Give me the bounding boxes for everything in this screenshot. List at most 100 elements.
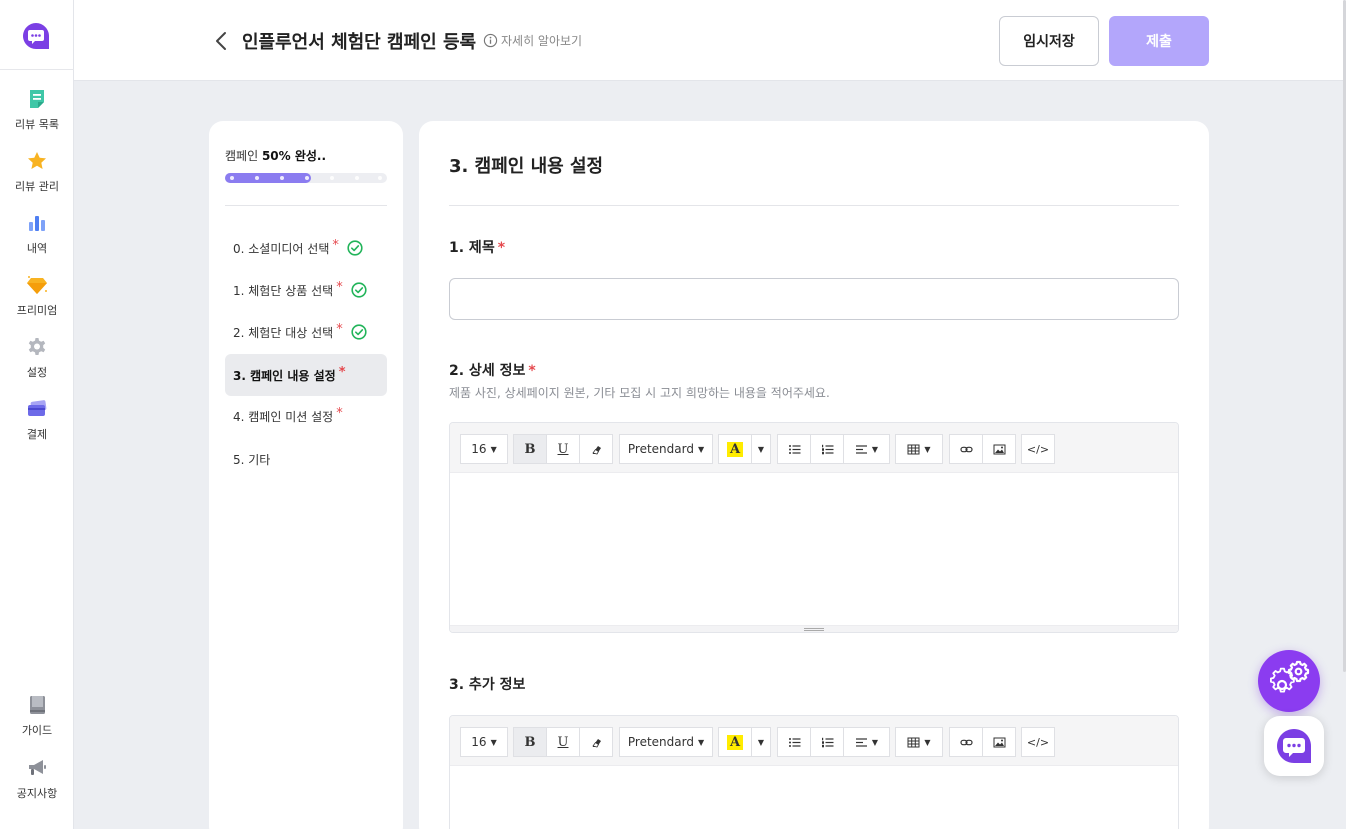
highlight-color-dropdown[interactable]: ▼: [751, 727, 771, 757]
bold-button[interactable]: B: [513, 434, 547, 464]
steps-panel: 캠페인 50% 완성.. 0. 소셜미디어 선택 * 1. 체험단 상품 선택 …: [209, 121, 403, 829]
step-label: 3. 캠페인 내용 설정: [233, 368, 336, 383]
numbered-list-icon: [821, 444, 833, 454]
bullet-list-button[interactable]: [777, 727, 811, 757]
table-dropdown[interactable]: ▼: [895, 434, 943, 464]
sidebar-item-label: 리뷰 관리: [15, 180, 59, 193]
required-mark: *: [336, 279, 343, 295]
progress-dot: [255, 176, 259, 180]
sidebar-item-premium[interactable]: 프리미엄: [0, 274, 74, 318]
title-label-text: 1. 제목: [449, 240, 495, 256]
progress-dot: [305, 176, 309, 180]
book-icon: [30, 696, 45, 714]
bullet-list-icon: [788, 444, 800, 454]
submit-button[interactable]: 제출: [1109, 16, 1209, 66]
step-label: 0. 소셜미디어 선택: [233, 241, 330, 256]
gear-icon: [28, 338, 46, 355]
progress-dot: [230, 176, 234, 180]
editor-toolbar: 16 ▼ B U Pretendard ▼ A ▼ ▼ ▼ </>: [450, 423, 1178, 473]
sidebar-divider: [0, 69, 74, 70]
sidebar-item-review-list[interactable]: 리뷰 목록: [0, 88, 74, 132]
step-item-etc[interactable]: 5. 기타: [225, 438, 387, 480]
chat-fab-button[interactable]: [1264, 716, 1324, 776]
title-input[interactable]: [449, 278, 1179, 320]
temp-save-button[interactable]: 임시저장: [999, 16, 1099, 66]
sidebar-item-payment[interactable]: 결제: [0, 398, 74, 442]
content-panel: 3. 캠페인 내용 설정 1. 제목 * 2. 상세 정보 * 제품 사진, 상세페…: [419, 121, 1209, 829]
highlight-color-button[interactable]: A: [718, 434, 752, 464]
chevron-down-icon: ▼: [871, 444, 879, 454]
step-item-content[interactable]: 3. 캠페인 내용 설정 *: [225, 354, 387, 396]
bullet-list-button[interactable]: [777, 434, 811, 464]
learn-more-link[interactable]: 자세히 알아보기: [483, 32, 582, 49]
page-title: 인플루언서 체험단 캠페인 등록: [242, 32, 477, 53]
eraser-icon: [591, 738, 601, 747]
sidebar-item-history[interactable]: 내역: [0, 212, 74, 256]
font-family-value: Pretendard: [627, 735, 694, 749]
title-field-label: 1. 제목 *: [449, 237, 505, 257]
align-dropdown[interactable]: ▼: [843, 727, 890, 757]
link-button[interactable]: [949, 727, 983, 757]
step-item-target[interactable]: 2. 체험단 대상 선택 *: [225, 311, 387, 353]
code-view-button[interactable]: </>: [1021, 434, 1055, 464]
sidebar-item-review-manage[interactable]: 리뷰 관리: [0, 150, 74, 194]
extra-label-text: 3. 추가 정보: [449, 677, 526, 693]
font-family-dropdown[interactable]: Pretendard ▼: [619, 727, 713, 757]
sidebar-item-guide[interactable]: 가이드: [0, 694, 74, 738]
editor-resize-handle[interactable]: [450, 625, 1178, 632]
table-dropdown[interactable]: ▼: [895, 727, 943, 757]
image-button[interactable]: [982, 727, 1016, 757]
progress-dot: [280, 176, 284, 180]
bold-button[interactable]: B: [513, 727, 547, 757]
gears-icon: [1270, 660, 1310, 693]
code-view-button[interactable]: </>: [1021, 727, 1055, 757]
eraser-icon: [591, 445, 601, 454]
step-item-mission[interactable]: 4. 캠페인 미션 설정 *: [225, 395, 387, 437]
detail-edit-area[interactable]: [450, 473, 1178, 632]
info-icon: [483, 33, 498, 48]
step-item-social-media[interactable]: 0. 소셜미디어 선택 *: [225, 227, 387, 269]
step-item-product[interactable]: 1. 체험단 상품 선택 *: [225, 269, 387, 311]
chevron-down-icon: ▼: [757, 444, 765, 454]
clear-format-button[interactable]: [579, 434, 613, 464]
font-size-dropdown[interactable]: 16 ▼: [460, 727, 508, 757]
check-circle-icon: [347, 240, 363, 256]
back-arrow-icon[interactable]: [214, 29, 230, 53]
font-size-value: 16: [471, 442, 487, 456]
app-logo-icon[interactable]: [22, 22, 50, 50]
underline-button[interactable]: U: [546, 727, 580, 757]
highlight-color-button[interactable]: A: [718, 727, 752, 757]
progress-text: 캠페인 50% 완성..: [225, 147, 326, 164]
numbered-list-button[interactable]: [810, 434, 844, 464]
resize-grip-icon: [804, 628, 824, 631]
chevron-down-icon: ▼: [924, 737, 931, 747]
sidebar-item-settings[interactable]: 설정: [0, 336, 74, 380]
detail-helper-text: 제품 사진, 상세페이지 원본, 기타 모집 시 고지 희망하는 내용을 적어주…: [449, 386, 830, 400]
highlight-color-dropdown[interactable]: ▼: [751, 434, 771, 464]
clear-format-button[interactable]: [579, 727, 613, 757]
highlight-letter: A: [726, 734, 744, 750]
underline-button[interactable]: U: [546, 434, 580, 464]
step-label: 4. 캠페인 미션 설정: [233, 409, 334, 424]
required-mark: *: [497, 240, 506, 256]
settings-fab-button[interactable]: [1258, 650, 1320, 712]
chevron-down-icon: ▼: [490, 737, 497, 747]
link-icon: [959, 739, 973, 745]
font-size-value: 16: [471, 735, 487, 749]
link-button[interactable]: [949, 434, 983, 464]
section-title: 3. 캠페인 내용 설정: [449, 156, 604, 177]
align-dropdown[interactable]: ▼: [843, 434, 890, 464]
progress-dot: [378, 176, 382, 180]
font-family-dropdown[interactable]: Pretendard ▼: [619, 434, 713, 464]
numbered-list-button[interactable]: [810, 727, 844, 757]
extra-edit-area[interactable]: [450, 766, 1178, 829]
chevron-down-icon: ▼: [697, 737, 705, 747]
image-button[interactable]: [982, 434, 1016, 464]
sidebar-item-label: 공지사항: [16, 787, 58, 800]
sidebar-item-notice[interactable]: 공지사항: [0, 757, 74, 801]
progress-prefix: 캠페인: [225, 149, 259, 163]
image-icon: [993, 444, 1005, 454]
required-mark: *: [528, 363, 536, 379]
font-size-dropdown[interactable]: 16 ▼: [460, 434, 508, 464]
diamond-icon: [27, 276, 47, 294]
